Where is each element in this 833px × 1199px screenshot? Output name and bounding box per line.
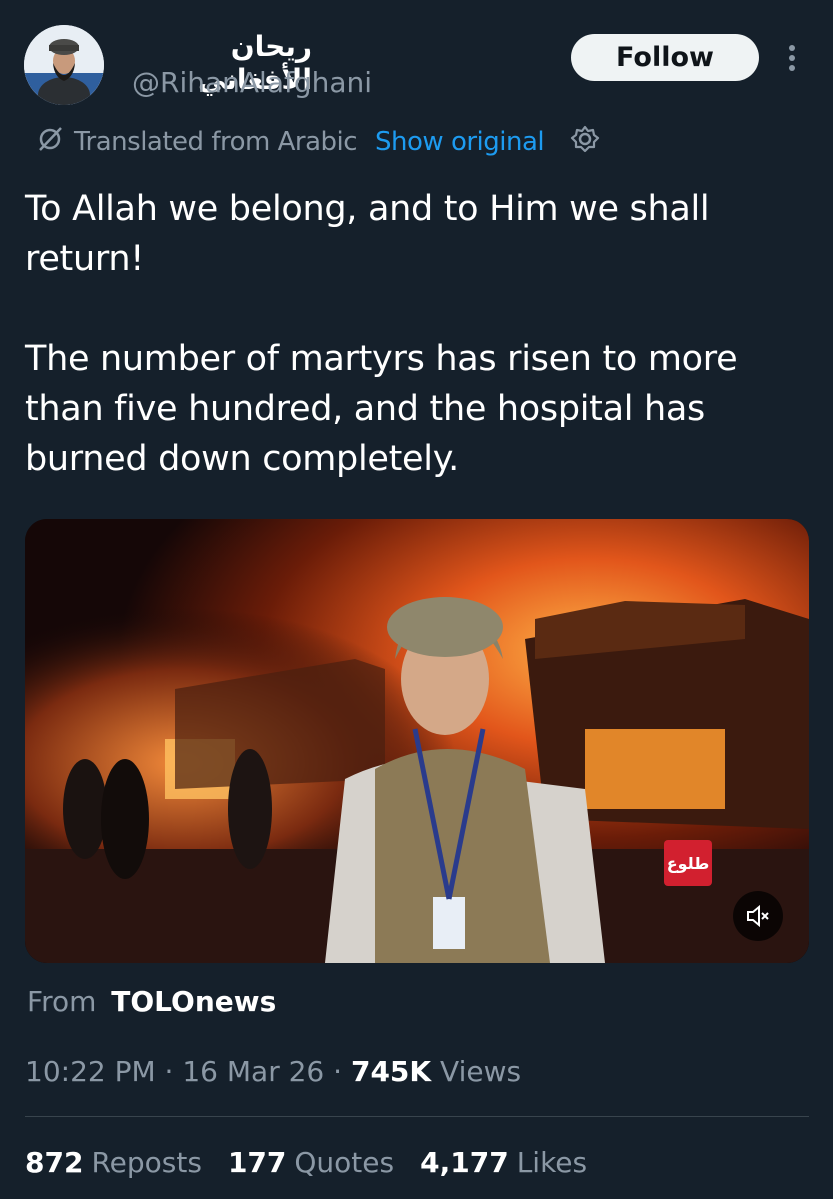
from-label: From [27,985,97,1018]
likes-label: Likes [516,1146,588,1179]
video-frame [25,519,809,963]
separator: · [164,1055,174,1088]
likes-stat[interactable]: 4,177 Likes [420,1146,587,1179]
show-original-link[interactable]: Show original [375,127,545,157]
tweet-date[interactable]: 16 Mar 26 [182,1055,324,1088]
follow-button[interactable]: Follow [571,34,759,81]
quotes-stat[interactable]: 177 Quotes [228,1146,394,1179]
reposts-label: Reposts [91,1146,202,1179]
reposts-stat[interactable]: 872 Reposts [25,1146,202,1179]
source-link[interactable]: TOLOnews [111,985,276,1018]
media-source: From TOLOnews [27,985,276,1018]
separator: · [333,1055,343,1088]
tweet-meta: 10:22 PM · 16 Mar 26 · 745K Views [25,1055,521,1088]
more-vertical-icon[interactable] [780,40,804,76]
engagement-stats: 872 Reposts 177 Quotes 4,177 Likes [25,1146,613,1179]
translate-icon [36,125,64,160]
quotes-count: 177 [227,1146,287,1179]
tweet-time[interactable]: 10:22 PM [25,1055,156,1088]
tweet-text: To Allah we belong, and to Him we shall … [25,189,738,479]
divider [25,1116,809,1117]
translation-row: Translated from Arabic Show original [36,122,600,162]
speaker-muted-icon[interactable] [733,891,783,941]
tweet-header: ريحان الأفغاني @RihanAlafghani Follow [0,0,833,120]
reposts-count: 872 [25,1146,84,1179]
likes-count: 4,177 [420,1146,509,1179]
translation-label: Translated from Arabic [74,127,358,157]
video-player[interactable]: طلوع [25,519,809,963]
channel-logo: طلوع [664,840,712,886]
views-count: 745K [350,1055,432,1088]
avatar[interactable] [24,25,104,105]
gear-icon[interactable] [570,124,600,161]
quotes-label: Quotes [294,1146,395,1179]
views-label: Views [440,1055,522,1088]
user-handle[interactable]: @RihanAlafghani [132,66,372,99]
